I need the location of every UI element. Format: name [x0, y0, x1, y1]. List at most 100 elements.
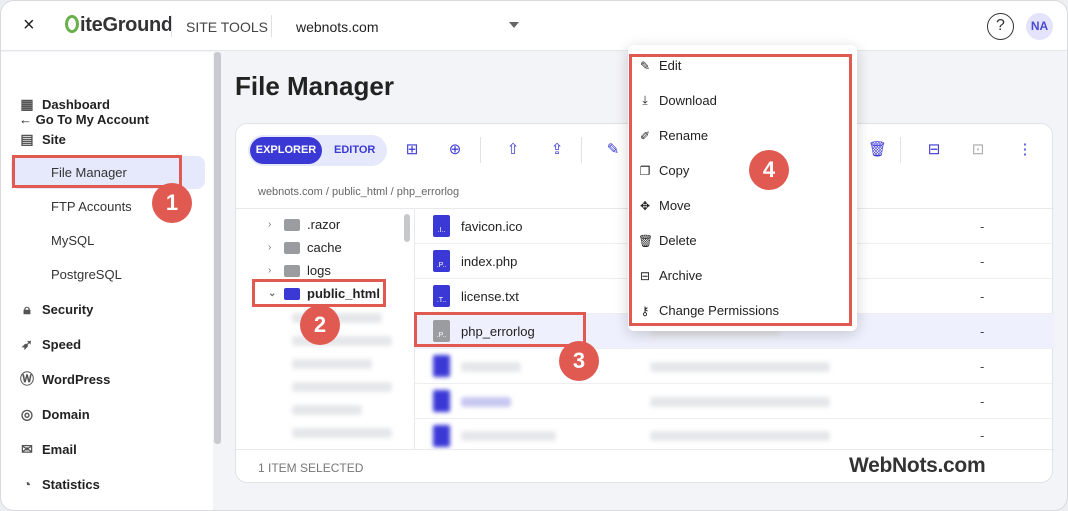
- breadcrumb: webnots.com / public_html / php_errorlog: [258, 186, 460, 198]
- step-badge: 2: [300, 305, 340, 345]
- chevron-down-icon[interactable]: [509, 22, 519, 28]
- help-button[interactable]: ?: [987, 13, 1014, 40]
- chevron-right-icon[interactable]: ›: [268, 242, 280, 253]
- site-selector[interactable]: webnots.com: [296, 19, 378, 35]
- sidebar-item-site[interactable]: ▤ Site: [19, 131, 65, 147]
- dashboard-icon: ▦: [20, 96, 34, 112]
- highlight-box: [12, 155, 182, 188]
- file-size: -: [980, 359, 985, 374]
- blurred-item: [461, 397, 511, 407]
- blurred-item: [292, 428, 392, 438]
- tree-item[interactable]: › .razor: [268, 217, 340, 232]
- tree-scrollbar[interactable]: [404, 214, 410, 242]
- site-icon: ▤: [20, 131, 34, 147]
- chevron-right-icon[interactable]: ›: [268, 265, 280, 276]
- table-row[interactable]: -: [415, 384, 1054, 419]
- table-row[interactable]: -: [415, 349, 1054, 384]
- file-size: -: [980, 219, 985, 234]
- tab-editor[interactable]: EDITOR: [334, 137, 375, 164]
- file-icon: [433, 355, 450, 377]
- archive-icon[interactable]: ⊟: [926, 141, 942, 159]
- upload-file-icon[interactable]: ⇧: [505, 141, 521, 159]
- divider: [236, 449, 1054, 450]
- sidebar-item-security[interactable]: 🔒︎ Security: [19, 301, 93, 317]
- blurred-item: [650, 362, 830, 372]
- wordpress-icon: Ⓦ: [20, 371, 34, 387]
- sidebar-item-speed[interactable]: ➶ Speed: [19, 336, 81, 352]
- sidebar-item-wordpress[interactable]: Ⓦ WordPress: [19, 371, 110, 387]
- file-size: -: [980, 289, 985, 304]
- delete-icon[interactable]: 🗑︎: [868, 141, 887, 159]
- blurred-item: [461, 431, 556, 441]
- siteground-logo: iteGround: [65, 14, 173, 37]
- highlight-box: [629, 54, 852, 326]
- file-icon: .T..: [433, 285, 450, 307]
- step-badge: 4: [749, 150, 789, 190]
- upload-folder-icon[interactable]: ⇪: [549, 141, 565, 159]
- blurred-item: [292, 382, 392, 392]
- app-window: × iteGround SITE TOOLS webnots.com ? NA …: [0, 0, 1068, 511]
- sidebar-item-dashboard[interactable]: ▦ Dashboard: [19, 96, 110, 112]
- chart-icon: ◔: [22, 476, 32, 492]
- sidebar-item-statistics[interactable]: ◔ Statistics: [19, 476, 100, 492]
- toolbar-divider: [480, 137, 481, 163]
- table-row[interactable]: -: [415, 419, 1054, 449]
- sidebar-item-mysql[interactable]: MySQL: [51, 233, 94, 248]
- sidebar-item-domain[interactable]: ◎ Domain: [19, 406, 90, 422]
- edit-icon[interactable]: ✎: [605, 141, 621, 159]
- more-options-icon[interactable]: ⋮: [1017, 141, 1033, 159]
- toolbar-divider: [581, 137, 582, 163]
- lock-icon: 🔒︎: [23, 301, 31, 317]
- file-icon: .I..: [433, 215, 450, 237]
- folder-icon: [284, 218, 300, 231]
- page-title: File Manager: [235, 71, 394, 101]
- header-divider: [271, 15, 272, 37]
- file-icon: [433, 425, 450, 447]
- avatar[interactable]: NA: [1026, 13, 1053, 40]
- chevron-right-icon[interactable]: ›: [268, 219, 280, 230]
- folder-icon: [284, 264, 300, 277]
- sidebar-item-email[interactable]: ✉ Email: [19, 441, 77, 457]
- file-name: favicon.ico: [461, 219, 523, 234]
- tree-item[interactable]: › cache: [268, 240, 342, 255]
- file-icon: .P..: [433, 250, 450, 272]
- header-divider: [171, 15, 172, 37]
- file-size: -: [980, 324, 985, 339]
- blurred-item: [650, 397, 830, 407]
- file-size: -: [980, 254, 985, 269]
- new-folder-icon[interactable]: ⊕: [447, 141, 463, 159]
- blurred-item: [650, 431, 830, 441]
- blurred-item: [292, 359, 372, 369]
- extract-icon: ⊡: [971, 141, 985, 158]
- file-size: -: [980, 428, 985, 443]
- sidebar-scrollbar[interactable]: [214, 52, 221, 444]
- folder-icon: [284, 241, 300, 254]
- file-name: license.txt: [461, 289, 519, 304]
- highlight-box: [252, 279, 386, 307]
- globe-icon: ◎: [20, 406, 34, 422]
- blurred-item: [461, 362, 521, 372]
- selection-status: 1 ITEM SELECTED: [258, 461, 364, 475]
- toolbar-divider: [900, 137, 901, 163]
- watermark: WebNots.com: [849, 454, 986, 477]
- top-bar: × iteGround SITE TOOLS webnots.com ? NA: [1, 1, 1067, 51]
- new-file-icon[interactable]: ⊞: [404, 141, 420, 159]
- highlight-box: [414, 312, 586, 347]
- tab-explorer[interactable]: EXPLORER: [250, 137, 322, 164]
- site-tools-label: SITE TOOLS: [186, 19, 268, 35]
- sidebar-item-ftp-accounts[interactable]: FTP Accounts: [51, 199, 132, 214]
- file-icon: [433, 390, 450, 412]
- step-badge: 3: [559, 341, 599, 381]
- file-size: -: [980, 394, 985, 409]
- rocket-icon: ➶: [21, 336, 33, 352]
- go-to-account-link[interactable]: ← Go To My Account: [19, 112, 149, 127]
- blurred-item: [292, 405, 362, 415]
- sidebar: ← Go To My Account ▦ Dashboard ▤ Site File…: [1, 52, 213, 510]
- view-toggle: EXPLORER EDITOR: [248, 135, 387, 166]
- file-name: index.php: [461, 254, 518, 269]
- close-icon[interactable]: ×: [23, 14, 35, 37]
- mail-icon: ✉: [21, 441, 33, 457]
- sidebar-item-postgresql[interactable]: PostgreSQL: [51, 267, 122, 282]
- tree-item[interactable]: › logs: [268, 263, 331, 278]
- logo-s-icon: [65, 15, 79, 33]
